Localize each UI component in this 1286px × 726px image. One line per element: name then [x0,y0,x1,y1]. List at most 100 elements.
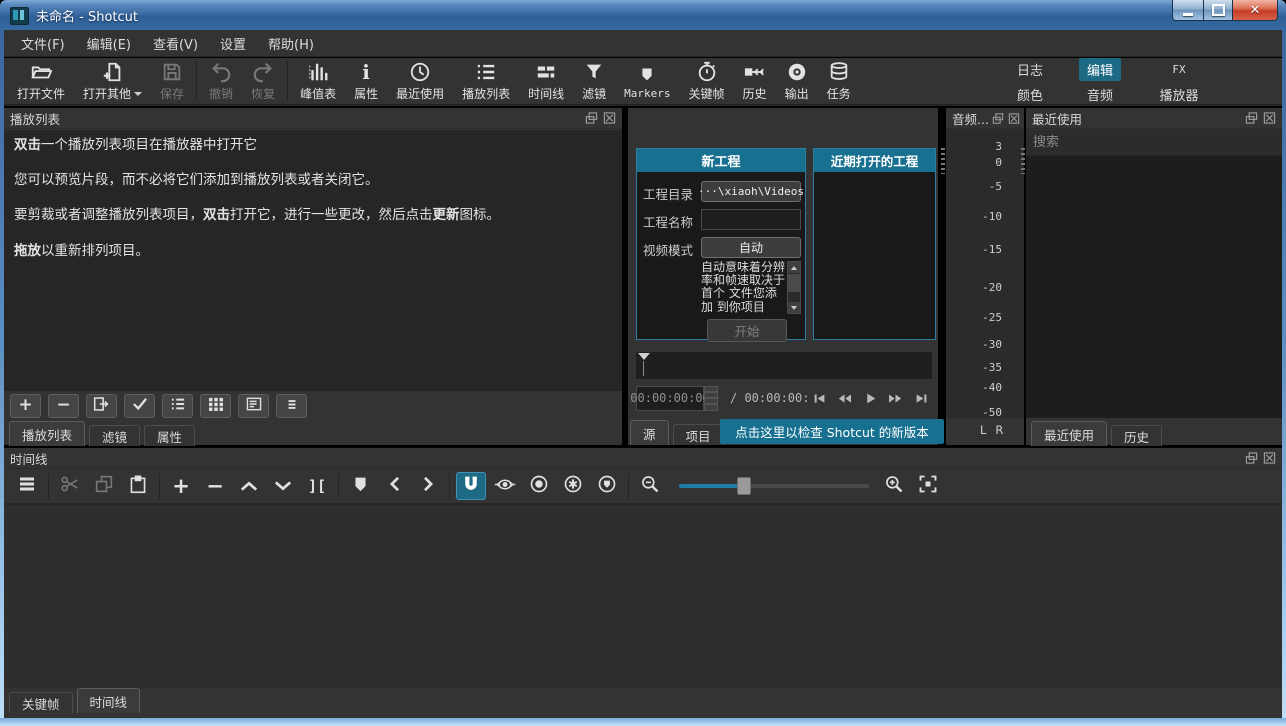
splitter-handle[interactable] [941,148,945,174]
layout-editing-button[interactable]: 编辑 [1079,58,1121,81]
float-panel-icon[interactable] [1244,112,1258,125]
scrollbar-thumb[interactable] [788,274,800,292]
lift-button[interactable] [234,472,264,500]
rewind-button[interactable] [834,388,856,408]
scrub-while-dragging-button[interactable] [490,472,520,500]
menu-file[interactable]: 文件(F) [10,30,76,57]
player-scrubber[interactable] [636,352,932,379]
append-button[interactable]: + [166,472,196,500]
video-mode-button[interactable]: 自动 [701,237,801,258]
tab-filters[interactable]: 滤镜 [89,425,140,446]
menu-view[interactable]: 查看(V) [142,30,209,57]
playlist-view-details-button[interactable] [238,394,269,418]
ripple-delete-button[interactable]: − [200,472,230,500]
timecode-stepper[interactable] [704,386,718,411]
tab-properties[interactable]: 属性 [144,425,195,446]
ripple-toggle-button[interactable] [524,472,554,500]
open-file-button[interactable]: 打开文件 [8,59,74,104]
layout-audio-button[interactable]: 音频 [1079,83,1121,106]
zoom-in-button[interactable] [879,472,909,500]
playlist-menu-button[interactable] [276,394,307,418]
timeline-zoom-slider[interactable] [679,476,869,496]
update-notification-button[interactable]: 点击这里以检查 Shotcut 的新版本 [720,419,944,444]
timecode-field[interactable]: 00:00:00:00 [636,386,704,411]
float-panel-icon[interactable] [584,112,598,125]
hint-scrollbar[interactable] [787,261,801,314]
next-marker-button[interactable] [413,472,443,500]
start-button[interactable]: 开始 [707,319,787,342]
tab-recent[interactable]: 最近使用 [1031,421,1107,446]
recent-button[interactable]: 最近使用 [387,59,453,104]
scroll-up-icon[interactable] [788,262,800,273]
menu-help[interactable]: 帮助(H) [257,30,325,57]
zoom-out-button[interactable] [635,472,665,500]
close-panel-icon[interactable] [1262,452,1276,465]
playlist-update-button[interactable] [86,394,117,418]
tab-history[interactable]: 历史 [1111,425,1162,446]
recent-list[interactable] [1026,156,1282,418]
playlist-button[interactable]: 播放列表 [453,59,519,104]
peak-meter-button[interactable]: 峰值表 [291,59,345,104]
float-panel-icon[interactable] [991,112,1005,125]
open-other-button[interactable]: 打开其他 [74,59,151,104]
slider-thumb[interactable] [737,477,751,495]
filters-button[interactable]: 滤镜 [573,59,615,104]
skip-start-button[interactable] [808,388,830,408]
timeline-menu-button[interactable] [12,472,42,500]
ripple-markers-button[interactable] [592,472,622,500]
skip-end-button[interactable] [910,388,932,408]
redo-button[interactable]: 恢复 [242,59,284,104]
tab-timeline[interactable]: 时间线 [77,688,141,713]
playlist-remove-button[interactable]: − [48,394,79,418]
project-dir-button[interactable]: ···\xiaoh\Videos [701,181,801,202]
layout-color-button[interactable]: 颜色 [1009,83,1051,106]
float-panel-icon[interactable] [1244,452,1258,465]
export-button[interactable]: 输出 [776,59,818,104]
split-button[interactable]: ][ [302,472,332,500]
menu-edit[interactable]: 编辑(E) [76,30,142,57]
play-button[interactable] [859,388,881,408]
menu-settings[interactable]: 设置 [209,30,257,57]
playlist-view-grid-button[interactable] [200,394,231,418]
playlist-view-list-button[interactable] [162,394,193,418]
tab-playlist[interactable]: 播放列表 [9,421,85,446]
tab-project[interactable]: 项目 [673,424,724,445]
timeline-button[interactable]: 时间线 [519,59,573,104]
layout-fx-button[interactable]: FX [1164,61,1193,78]
save-button[interactable]: 保存 [151,59,193,104]
tab-keyframes[interactable]: 关键帧 [9,692,73,713]
minimize-button[interactable] [1172,0,1204,21]
layout-logging-button[interactable]: 日志 [1009,58,1051,81]
close-panel-icon[interactable] [602,112,616,125]
close-panel-icon[interactable] [1262,112,1276,125]
fast-forward-button[interactable] [885,388,907,408]
history-button[interactable]: 历史 [734,59,776,104]
prev-marker-button[interactable] [379,472,409,500]
paste-button[interactable] [123,472,153,500]
playlist-check-button[interactable] [124,394,155,418]
markers-button[interactable]: Markers [615,61,679,102]
maximize-button[interactable] [1204,0,1233,21]
close-panel-icon[interactable] [1007,112,1021,125]
playhead-icon[interactable] [638,353,650,360]
scroll-down-icon[interactable] [788,302,800,313]
zoom-fit-button[interactable] [913,472,943,500]
ripple-all-tracks-button[interactable] [558,472,588,500]
undo-button[interactable]: 撤销 [200,59,242,104]
snap-toggle-button[interactable] [456,472,486,500]
tab-source[interactable]: 源 [630,420,669,445]
overwrite-button[interactable] [268,472,298,500]
marker-button[interactable] [345,472,375,500]
timeline-tracks-area[interactable] [4,503,1282,688]
project-name-input[interactable] [701,209,801,230]
recent-projects-list[interactable] [814,172,935,339]
close-button[interactable]: ✕ [1233,0,1278,21]
cut-button[interactable] [55,472,85,500]
splitter-handle[interactable] [1021,148,1025,174]
layout-player-button[interactable]: 播放器 [1151,83,1206,106]
keyframes-button[interactable]: 关键帧 [680,59,734,104]
jobs-button[interactable]: 任务 [818,59,860,104]
playlist-add-button[interactable]: + [10,394,41,418]
copy-button[interactable] [89,472,119,500]
properties-button[interactable]: i 属性 [345,59,387,104]
